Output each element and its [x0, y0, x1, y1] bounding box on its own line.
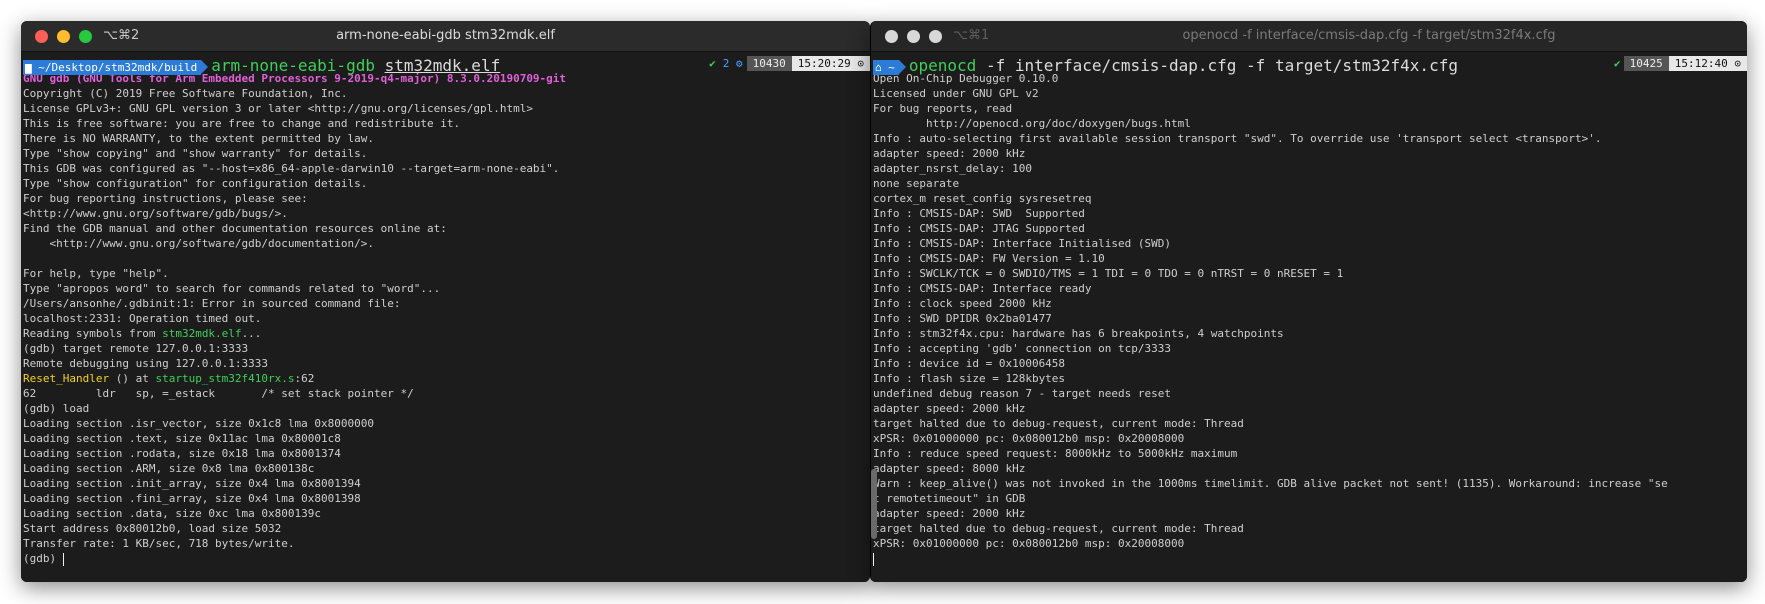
text-cursor [873, 552, 874, 566]
output-line: Info : CMSIS-DAP: JTAG Supported [873, 222, 1085, 235]
output-line: There is NO WARRANTY, to the extent perm… [23, 132, 374, 145]
window-title: openocd -f interface/cmsis-dap.cfg -f ta… [1182, 28, 1556, 43]
right-prompt: ✔ 10425 15:12:40 ⊙ [1611, 56, 1747, 71]
output-line: Reset_Handler () at startup_stm32f410rx.… [23, 372, 315, 385]
output-line: xPSR: 0x01000000 pc: 0x080012b0 msp: 0x2… [873, 537, 1185, 550]
gdb-terminal-window[interactable]: ⌥⌘2 arm-none-eabi-gdb stm32mdk.elf ▆ ~/D… [21, 21, 870, 582]
right-prompt: ✔ 2 ⚙ 10430 15:20:29 ⊙ [706, 56, 870, 71]
prompt-command: arm-none-eabi-gdb [211, 56, 375, 75]
output-line: target halted due to debug-request, curr… [873, 522, 1244, 535]
output-line: <http://www.gnu.org/software/gdb/documen… [23, 237, 374, 250]
output-line: localhost:2331: Operation timed out. [23, 312, 262, 325]
output-line: This is free software: you are free to c… [23, 117, 461, 130]
output-line: Loading section .init_array, size 0x4 lm… [23, 477, 361, 490]
output-line: Info : SWD DPIDR 0x2ba01477 [873, 312, 1052, 325]
output-line: /Users/ansonhe/.gdbinit:1: Error in sour… [23, 297, 401, 310]
output-line: License GPLv3+: GNU GPL version 3 or lat… [23, 102, 533, 115]
output-line: For bug reports, read [873, 102, 1013, 115]
output-line: xPSR: 0x01000000 pc: 0x080012b0 msp: 0x2… [873, 432, 1185, 445]
title-bar[interactable]: ⌥⌘2 arm-none-eabi-gdb stm32mdk.elf [21, 21, 870, 52]
output-line: Transfer rate: 1 KB/sec, 718 bytes/write… [23, 537, 295, 550]
prompt-path: ▆ ~/Desktop/stm32mdk/build [23, 60, 209, 75]
output-line: Loading section .fini_array, size 0x4 lm… [23, 492, 361, 505]
output-line: (gdb) load [23, 402, 90, 415]
prompt-arg: stm32mdk.elf [384, 56, 501, 75]
output-line: Type "show copying" and "show warranty" … [23, 147, 368, 160]
output-line: For help, type "help". [23, 267, 169, 280]
output-line: Info : stm32f4x.cpu: hardware has 6 brea… [873, 327, 1284, 340]
output-line: (gdb) target remote 127.0.0.1:3333 [23, 342, 249, 355]
output-line: t remotetimeout" in GDB [873, 492, 1026, 505]
prompt-path: ⌂ ~ [873, 60, 906, 75]
terminal-output[interactable]: ▆ ~/Desktop/stm32mdk/build arm-none-eabi-… [21, 52, 870, 582]
status-ok-icon: ✔ [706, 57, 719, 70]
home-icon: ⌂ [875, 61, 889, 74]
title-bar[interactable]: ⌥⌘1 openocd -f interface/cmsis-dap.cfg -… [871, 21, 1747, 52]
window-title: arm-none-eabi-gdb stm32mdk.elf [336, 28, 555, 43]
output-line: adapter_nsrst_delay: 100 [873, 162, 1032, 175]
output-line: For bug reporting instructions, please s… [23, 192, 308, 205]
output-line: Reading symbols from stm32mdk.elf... [23, 327, 262, 340]
clock: 15:12:40 ⊙ [1668, 56, 1747, 71]
output-line: cortex_m reset_config sysresetreq [873, 192, 1092, 205]
output-line: target halted due to debug-request, curr… [873, 417, 1244, 430]
output-line: <http://www.gnu.org/software/gdb/bugs/>. [23, 207, 288, 220]
output-line: Info : CMSIS-DAP: FW Version = 1.10 [873, 252, 1105, 265]
terminal-output[interactable]: ⌂ ~ openocd -f interface/cmsis-dap.cfg -f… [871, 52, 1747, 582]
openocd-output-lines: Open On-Chip Debugger 0.10.0 Licensed und… [873, 71, 1747, 551]
shell-prompt: ⌂ ~ openocd -f interface/cmsis-dap.cfg -f… [873, 56, 1747, 75]
history-number: 10425 [1623, 56, 1669, 71]
shell-prompt: ▆ ~/Desktop/stm32mdk/build arm-none-eabi-… [23, 56, 870, 75]
output-line: adapter speed: 8000 kHz [873, 462, 1026, 475]
output-line: Info : CMSIS-DAP: Interface Initialised … [873, 237, 1172, 250]
output-line: Start address 0x80012b0, load size 5032 [23, 522, 282, 535]
output-line: Info : device id = 0x10006458 [873, 357, 1066, 370]
output-line: Type "show configuration" for configurat… [23, 177, 368, 190]
prompt-arg: -f interface/cmsis-dap.cfg -f target/stm… [985, 56, 1458, 75]
status-ok-icon: ✔ [1611, 57, 1624, 70]
output-line: Info : flash size = 128kbytes [873, 372, 1066, 385]
output-line: (gdb) [23, 552, 64, 566]
jobs-indicator: 2 ⚙ [718, 57, 747, 70]
output-line: Copyright (C) 2019 Free Software Foundat… [23, 87, 348, 100]
scrollbar-thumb[interactable] [871, 469, 877, 539]
output-line: Find the GDB manual and other documentat… [23, 222, 447, 235]
text-cursor [62, 552, 64, 566]
output-line: none separate [873, 177, 960, 190]
folder-icon: ▆ [25, 61, 39, 74]
output-line: Loading section .data, size 0xc lma 0x80… [23, 507, 322, 520]
terminal-cursor-line [873, 551, 1747, 566]
output-line: Loading section .rodata, size 0x18 lma 0… [23, 447, 341, 460]
output-line: Loading section .ARM, size 0x8 lma 0x800… [23, 462, 315, 475]
output-line: Info : CMSIS-DAP: SWD Supported [873, 207, 1085, 220]
openocd-terminal-window[interactable]: ⌥⌘1 openocd -f interface/cmsis-dap.cfg -… [870, 21, 1747, 582]
output-line: Info : auto-selecting first available se… [873, 132, 1602, 145]
prompt-command: openocd [908, 56, 977, 75]
output-line: undefined debug reason 7 - target needs … [873, 387, 1172, 400]
output-line: Licensed under GNU GPL v2 [873, 87, 1039, 100]
output-line: Info : SWCLK/TCK = 0 SWDIO/TMS = 1 TDI =… [873, 267, 1344, 280]
output-line: Remote debugging using 127.0.0.1:3333 [23, 357, 269, 370]
output-line: Info : reduce speed request: 8000kHz to … [873, 447, 1238, 460]
output-line: Loading section .text, size 0x11ac lma 0… [23, 432, 341, 445]
output-line: adapter speed: 2000 kHz [873, 402, 1026, 415]
output-line: Info : CMSIS-DAP: Interface ready [873, 282, 1092, 295]
output-line: Info : clock speed 2000 kHz [873, 297, 1052, 310]
output-line: 62 ldr sp, =_estack /* set stack pointer… [23, 387, 414, 400]
output-line: adapter speed: 2000 kHz [873, 147, 1026, 160]
clock: 15:20:29 ⊙ [791, 56, 870, 71]
output-line: Loading section .isr_vector, size 0x1c8 … [23, 417, 374, 430]
output-line: Warn : keep_alive() was not invoked in t… [873, 477, 1668, 490]
output-line: adapter speed: 2000 kHz [873, 507, 1026, 520]
output-line: http://openocd.org/doc/doxygen/bugs.html [873, 117, 1191, 130]
output-line: Type "apropos word" to search for comman… [23, 282, 441, 295]
output-line: Info : accepting 'gdb' connection on tcp… [873, 342, 1172, 355]
history-number: 10430 [746, 56, 792, 71]
output-line: This GDB was configured as "--host=x86_6… [23, 162, 560, 175]
gdb-output-lines: GNU gdb (GNU Tools for Arm Embedded Proc… [23, 71, 870, 566]
